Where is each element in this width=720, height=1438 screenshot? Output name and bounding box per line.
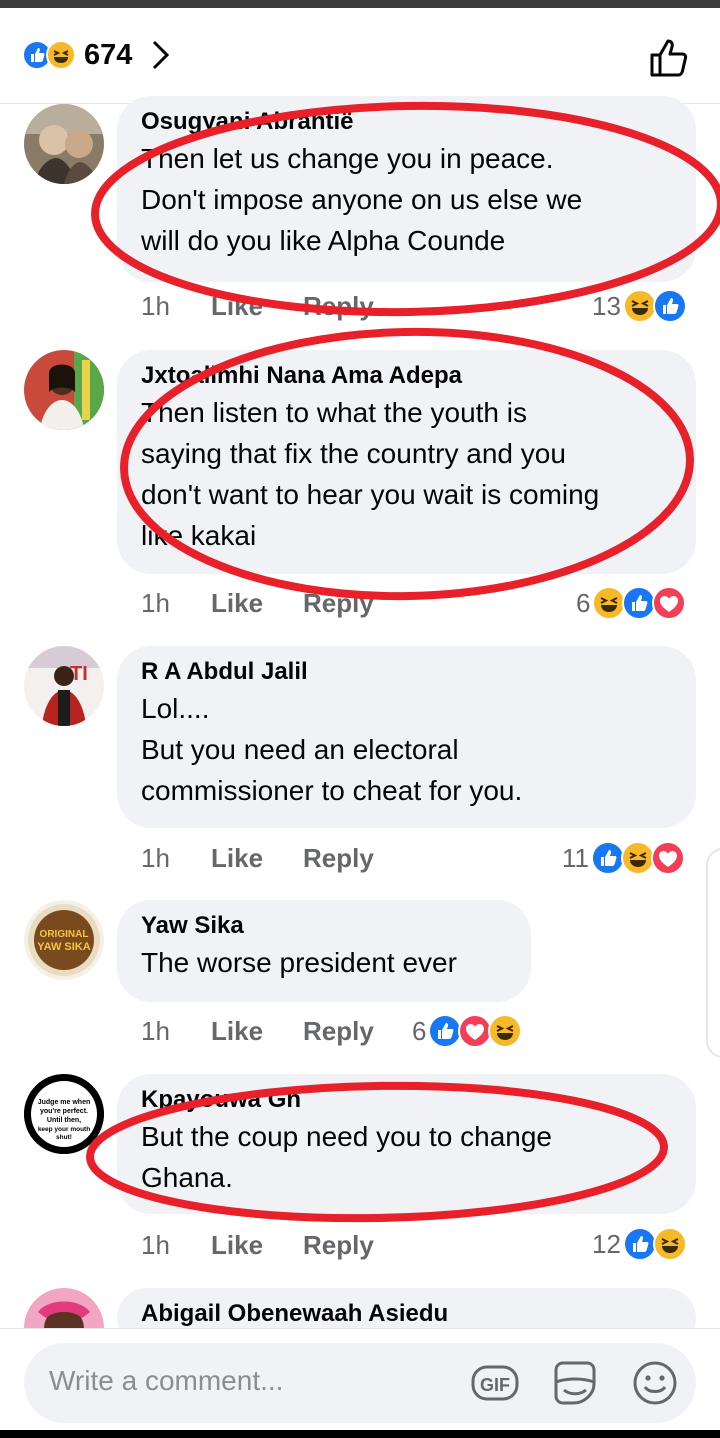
comment-actions: 1h Like Reply xyxy=(141,1011,374,1051)
comment-author[interactable]: R A Abdul Jalil xyxy=(141,658,672,686)
reactions-header: 674 xyxy=(0,8,720,104)
comment-author[interactable]: Yaw Sika xyxy=(141,912,507,940)
comment-reactions[interactable]: 6 xyxy=(576,583,687,623)
status-strip xyxy=(0,0,720,8)
like-reaction-icon xyxy=(428,1014,463,1048)
like-button[interactable]: Like xyxy=(211,1016,303,1047)
comment-actions: 1h Like Reply xyxy=(141,1225,374,1265)
like-reaction-icon xyxy=(652,289,687,323)
comment-placeholder: Write a comment... xyxy=(49,1365,284,1396)
comment-actions: 1h Like Reply xyxy=(141,838,374,878)
comment-reaction-count: 11 xyxy=(562,842,589,873)
nav-bar xyxy=(0,1430,720,1438)
comment-text: Then let us change you in peace. Don't i… xyxy=(141,143,583,256)
reply-button[interactable]: Reply xyxy=(303,291,374,322)
like-outline-icon[interactable] xyxy=(648,36,692,80)
avatar[interactable]: TI xyxy=(24,646,104,726)
like-reaction-icon xyxy=(622,586,657,620)
comment-reactions[interactable]: 13 xyxy=(592,286,687,326)
comment-bubble: Osugyani Abrantië Then let us change you… xyxy=(117,96,696,282)
comment-time: 1h xyxy=(141,587,170,618)
haha-reaction-icon xyxy=(652,1227,687,1261)
like-reaction-icon xyxy=(622,1227,657,1261)
svg-text:ORIGINAL: ORIGINAL xyxy=(40,929,89,940)
scroll-handle[interactable] xyxy=(706,848,720,1058)
reply-button[interactable]: Reply xyxy=(303,588,374,619)
like-button[interactable]: Like xyxy=(211,843,303,874)
comment-time: 1h xyxy=(141,1229,170,1260)
haha-reaction-icon xyxy=(621,841,655,875)
comment-reactions[interactable]: 11 xyxy=(562,838,685,878)
like-button[interactable]: Like xyxy=(211,588,303,619)
comment-author[interactable]: Kpayouwa Gh xyxy=(141,1086,672,1114)
reactions-summary[interactable]: 674 xyxy=(22,38,172,72)
comment-author[interactable]: Abigail Obenewaah Asiedu xyxy=(141,1300,672,1328)
haha-reaction-icon xyxy=(488,1014,523,1048)
comment-text: But the coup need you to change Ghana. xyxy=(141,1121,552,1193)
love-reaction-icon xyxy=(651,841,685,875)
avatar[interactable] xyxy=(24,350,104,430)
haha-reaction-icon xyxy=(592,586,627,620)
comment-reactions[interactable]: 12 xyxy=(592,1224,687,1264)
comment-time: 1h xyxy=(141,842,170,873)
comment-bubble: Jxtoallmhi Nana Ama Adepa Then listen to… xyxy=(117,350,696,574)
comment-text: The worse president ever xyxy=(141,947,457,978)
love-reaction-icon xyxy=(458,1014,493,1048)
comment-reactions[interactable]: 6 xyxy=(412,1011,523,1051)
comment-time: 1h xyxy=(141,1015,170,1046)
svg-text:keep your mouth: keep your mouth xyxy=(38,1126,90,1133)
haha-reaction-icon xyxy=(46,40,76,70)
svg-text:shut!: shut! xyxy=(56,1134,72,1141)
gif-icon[interactable]: GIF xyxy=(470,1358,520,1408)
emoji-icon[interactable] xyxy=(630,1358,680,1408)
comment-author[interactable]: Osugyani Abrantië xyxy=(141,108,672,136)
comment-time: 1h xyxy=(141,290,170,321)
reaction-count: 674 xyxy=(84,38,133,71)
like-reaction-icon xyxy=(591,841,625,875)
comment-composer: Write a comment... GIF xyxy=(0,1328,720,1438)
comment-reaction-count: 6 xyxy=(412,1015,427,1046)
comment-text: Then listen to what the youth is saying … xyxy=(141,397,600,551)
reply-button[interactable]: Reply xyxy=(303,1230,374,1261)
svg-text:Until then,: Until then, xyxy=(47,1117,81,1124)
reply-button[interactable]: Reply xyxy=(303,1016,374,1047)
avatar[interactable]: ORIGINAL YAW SIKA xyxy=(24,900,104,980)
comment-author[interactable]: Jxtoallmhi Nana Ama Adepa xyxy=(141,362,672,390)
like-button[interactable]: Like xyxy=(211,1230,303,1261)
comment-bubble: Yaw Sika The worse president ever xyxy=(117,900,531,1002)
comment-reaction-count: 13 xyxy=(592,290,621,321)
haha-reaction-icon xyxy=(622,289,657,323)
comment-text: Lol.... But you need an electoral commis… xyxy=(141,693,523,806)
svg-text:you're perfect.: you're perfect. xyxy=(40,1108,88,1115)
avatar[interactable]: Judge me when you're perfect. Until then, k… xyxy=(24,1074,104,1154)
reply-button[interactable]: Reply xyxy=(303,843,374,874)
comment-reaction-count: 12 xyxy=(592,1228,621,1259)
like-button[interactable]: Like xyxy=(211,291,303,322)
chevron-right-icon[interactable] xyxy=(148,38,172,72)
sticker-icon[interactable] xyxy=(550,1358,600,1408)
avatar[interactable] xyxy=(24,104,104,184)
svg-text:GIF: GIF xyxy=(480,1375,510,1395)
svg-text:YAW SIKA: YAW SIKA xyxy=(37,941,90,953)
comment-bubble: Kpayouwa Gh But the coup need you to cha… xyxy=(117,1074,696,1214)
comment-reaction-count: 6 xyxy=(576,587,591,618)
love-reaction-icon xyxy=(652,586,687,620)
comment-actions: 1h Like Reply xyxy=(141,583,374,623)
comment-bubble: R A Abdul Jalil Lol.... But you need an … xyxy=(117,646,696,828)
comment-input[interactable]: Write a comment... GIF xyxy=(24,1343,696,1423)
comment-actions: 1h Like Reply xyxy=(141,286,374,326)
svg-text:Judge me when: Judge me when xyxy=(38,1099,91,1106)
